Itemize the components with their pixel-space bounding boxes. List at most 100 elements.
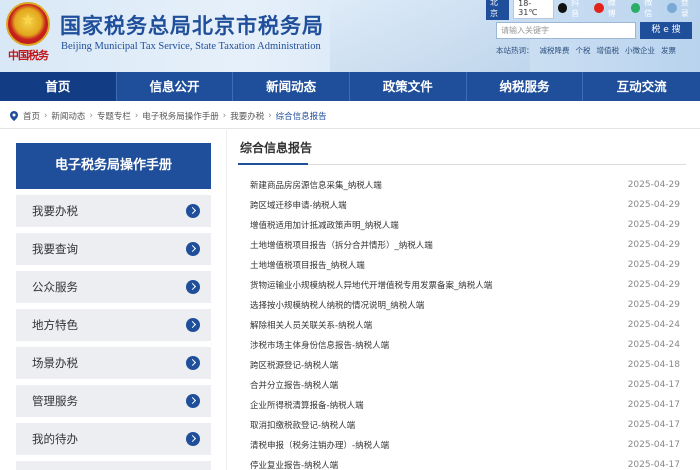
list-item[interactable]: 新建商品房房源信息采集_纳税人端 2025-04-29 [238, 175, 686, 195]
article-title-link[interactable]: 涉税市场主体身份信息报告-纳税人端 [238, 339, 389, 351]
sidebar: 电子税务局操作手册 我要办税 我要查询 公众服务 地方特色 场景办税 管理服务 … [16, 143, 211, 470]
sidebar-item-query[interactable]: 我要查询 [16, 233, 211, 265]
list-item[interactable]: 涉税市场主体身份信息报告-纳税人端 2025-04-24 [238, 335, 686, 355]
sidebar-item-label: 管理服务 [32, 394, 78, 408]
sidebar-item-label: 我的待办 [32, 432, 78, 446]
main-content: 综合信息报告 新建商品房房源信息采集_纳税人端 2025-04-29 跨区域迁移申请… [238, 136, 686, 470]
sidebar-item-handle-tax[interactable]: 我要办税 [16, 195, 211, 227]
article-title-link[interactable]: 土地增值税项目报告（拆分合并情形）_纳税人端 [238, 239, 433, 251]
list-item[interactable]: 货物运输业小规模纳税人异地代开增值税专用发票备案_纳税人端 2025-04-29 [238, 275, 686, 295]
chevron-right-icon [186, 432, 200, 446]
search-button[interactable]: 税 e 搜 [640, 22, 692, 39]
weibo-link[interactable]: 微博 [608, 0, 623, 19]
article-title-link[interactable]: 跨区税源登记-纳税人端 [238, 359, 338, 371]
breadcrumb-divider [0, 128, 700, 129]
main-nav: 首页 信息公开 新闻动态 政策文件 纳税服务 互动交流 [0, 72, 700, 101]
tiktok-link[interactable]: 抖音 [571, 0, 586, 19]
sidebar-item-public-service[interactable]: 公众服务 [16, 271, 211, 303]
sidebar-item-todo[interactable]: 我的待办 [16, 423, 211, 455]
city-badge[interactable]: 北京 [486, 0, 510, 20]
article-title-link[interactable]: 停业复业报告-纳税人端 [238, 459, 338, 470]
site-subtitle: Beijing Municipal Tax Service, State Tax… [61, 41, 321, 52]
article-date: 2025-04-29 [627, 300, 680, 310]
breadcrumb-item[interactable]: 电子税务局操作手册 [142, 110, 219, 122]
user-icon[interactable] [667, 3, 677, 13]
article-date: 2025-04-18 [627, 360, 680, 370]
sidebar-title: 电子税务局操作手册 [16, 143, 211, 189]
list-item[interactable]: 企业所得税清算报备-纳税人端 2025-04-17 [238, 395, 686, 415]
wechat-link[interactable]: 微信 [644, 0, 659, 19]
article-title-link[interactable]: 货物运输业小规模纳税人异地代开增值税专用发票备案_纳税人端 [238, 279, 492, 291]
chevron-right-icon [186, 394, 200, 408]
nav-policy[interactable]: 政策文件 [350, 72, 467, 101]
sidebar-item-label: 公众服务 [32, 280, 78, 294]
hot-word-link[interactable]: 发票 [661, 45, 676, 56]
article-date: 2025-04-24 [627, 320, 680, 330]
breadcrumb-item[interactable]: 新闻动态 [51, 110, 85, 122]
sidebar-item-scenario[interactable]: 场景办税 [16, 347, 211, 379]
topbar: 北京 18-31℃ 抖音 微博 微信 登录 [486, 0, 700, 20]
login-link[interactable]: 登录 [681, 0, 696, 19]
list-item[interactable]: 选择按小规模纳税人纳税的情况说明_纳税人端 2025-04-29 [238, 295, 686, 315]
article-title-link[interactable]: 新建商品房房源信息采集_纳税人端 [238, 179, 382, 191]
article-title-link[interactable]: 企业所得税清算报备-纳税人端 [238, 399, 364, 411]
weibo-icon[interactable] [594, 3, 604, 13]
hot-word-link[interactable]: 个税 [576, 45, 591, 56]
column-divider [226, 130, 227, 470]
list-item[interactable]: 清税申报（税务注销办理）-纳税人端 2025-04-17 [238, 435, 686, 455]
hot-word-link[interactable]: 增值税 [597, 45, 620, 56]
article-date: 2025-04-29 [627, 220, 680, 230]
search-input[interactable]: 请输入关键字 [496, 22, 636, 39]
list-item[interactable]: 跨区税源登记-纳税人端 2025-04-18 [238, 355, 686, 375]
nav-interaction[interactable]: 互动交流 [583, 72, 700, 101]
location-pin-icon [10, 111, 18, 121]
chevron-right-icon [186, 204, 200, 218]
sidebar-item-label: 场景办税 [32, 356, 78, 370]
list-item[interactable]: 停业复业报告-纳税人端 2025-04-17 [238, 455, 686, 470]
article-title-link[interactable]: 跨区域迁移申请-纳税人端 [238, 199, 347, 211]
site-title[interactable]: 国家税务总局北京市税务局 [60, 10, 324, 40]
article-list: 新建商品房房源信息采集_纳税人端 2025-04-29 跨区域迁移申请-纳税人端 20… [238, 175, 686, 470]
list-item[interactable]: 土地增值税项目报告（拆分合并情形）_纳税人端 2025-04-29 [238, 235, 686, 255]
article-date: 2025-04-29 [627, 280, 680, 290]
nav-home[interactable]: 首页 [0, 72, 117, 101]
nav-news[interactable]: 新闻动态 [233, 72, 350, 101]
list-item[interactable]: 土地增值税项目报告_纳税人端 2025-04-29 [238, 255, 686, 275]
breadcrumb-separator: › [44, 111, 48, 121]
breadcrumb-item[interactable]: 专题专栏 [97, 110, 131, 122]
breadcrumb-current[interactable]: 综合信息报告 [276, 110, 327, 122]
breadcrumb-separator: › [89, 111, 93, 121]
breadcrumb-item[interactable]: 我要办税 [230, 110, 264, 122]
article-title-link[interactable]: 取消扣缴税款登记-纳税人端 [238, 419, 355, 431]
article-title-link[interactable]: 土地增值税项目报告_纳税人端 [238, 259, 365, 271]
chevron-right-icon [186, 318, 200, 332]
breadcrumb-item[interactable]: 首页 [23, 110, 40, 122]
article-date: 2025-04-29 [627, 240, 680, 250]
hot-word-link[interactable]: 减税降费 [540, 45, 570, 56]
list-item[interactable]: 合并分立报告-纳税人端 2025-04-17 [238, 375, 686, 395]
article-title-link[interactable]: 选择按小规模纳税人纳税的情况说明_纳税人端 [238, 299, 424, 311]
list-item[interactable]: 增值税适用加计抵减政策声明_纳税人端 2025-04-29 [238, 215, 686, 235]
nav-tax-service[interactable]: 纳税服务 [467, 72, 584, 101]
nav-info-disclosure[interactable]: 信息公开 [117, 72, 234, 101]
tiktok-icon[interactable] [557, 3, 568, 13]
emblem-text: 中国税务 [8, 49, 49, 62]
sidebar-item-other[interactable]: 其它 [16, 461, 211, 470]
tax-emblem-icon[interactable] [6, 2, 50, 46]
list-item[interactable]: 解除相关人员关联关系-纳税人端 2025-04-24 [238, 315, 686, 335]
article-date: 2025-04-29 [627, 180, 680, 190]
sidebar-item-label: 我要查询 [32, 242, 78, 256]
breadcrumb-separator: › [134, 111, 139, 121]
sidebar-item-local-features[interactable]: 地方特色 [16, 309, 211, 341]
sidebar-item-management[interactable]: 管理服务 [16, 385, 211, 417]
article-date: 2025-04-17 [627, 400, 680, 410]
chevron-right-icon [186, 280, 200, 294]
list-item[interactable]: 跨区域迁移申请-纳税人端 2025-04-29 [238, 195, 686, 215]
list-item[interactable]: 取消扣缴税款登记-纳税人端 2025-04-17 [238, 415, 686, 435]
article-title-link[interactable]: 合并分立报告-纳税人端 [238, 379, 338, 391]
article-title-link[interactable]: 清税申报（税务注销办理）-纳税人端 [238, 439, 389, 451]
article-title-link[interactable]: 解除相关人员关联关系-纳税人端 [238, 319, 372, 331]
wechat-icon[interactable] [630, 3, 641, 13]
hot-word-link[interactable]: 小微企业 [625, 45, 655, 56]
article-title-link[interactable]: 增值税适用加计抵减政策声明_纳税人端 [238, 219, 399, 231]
